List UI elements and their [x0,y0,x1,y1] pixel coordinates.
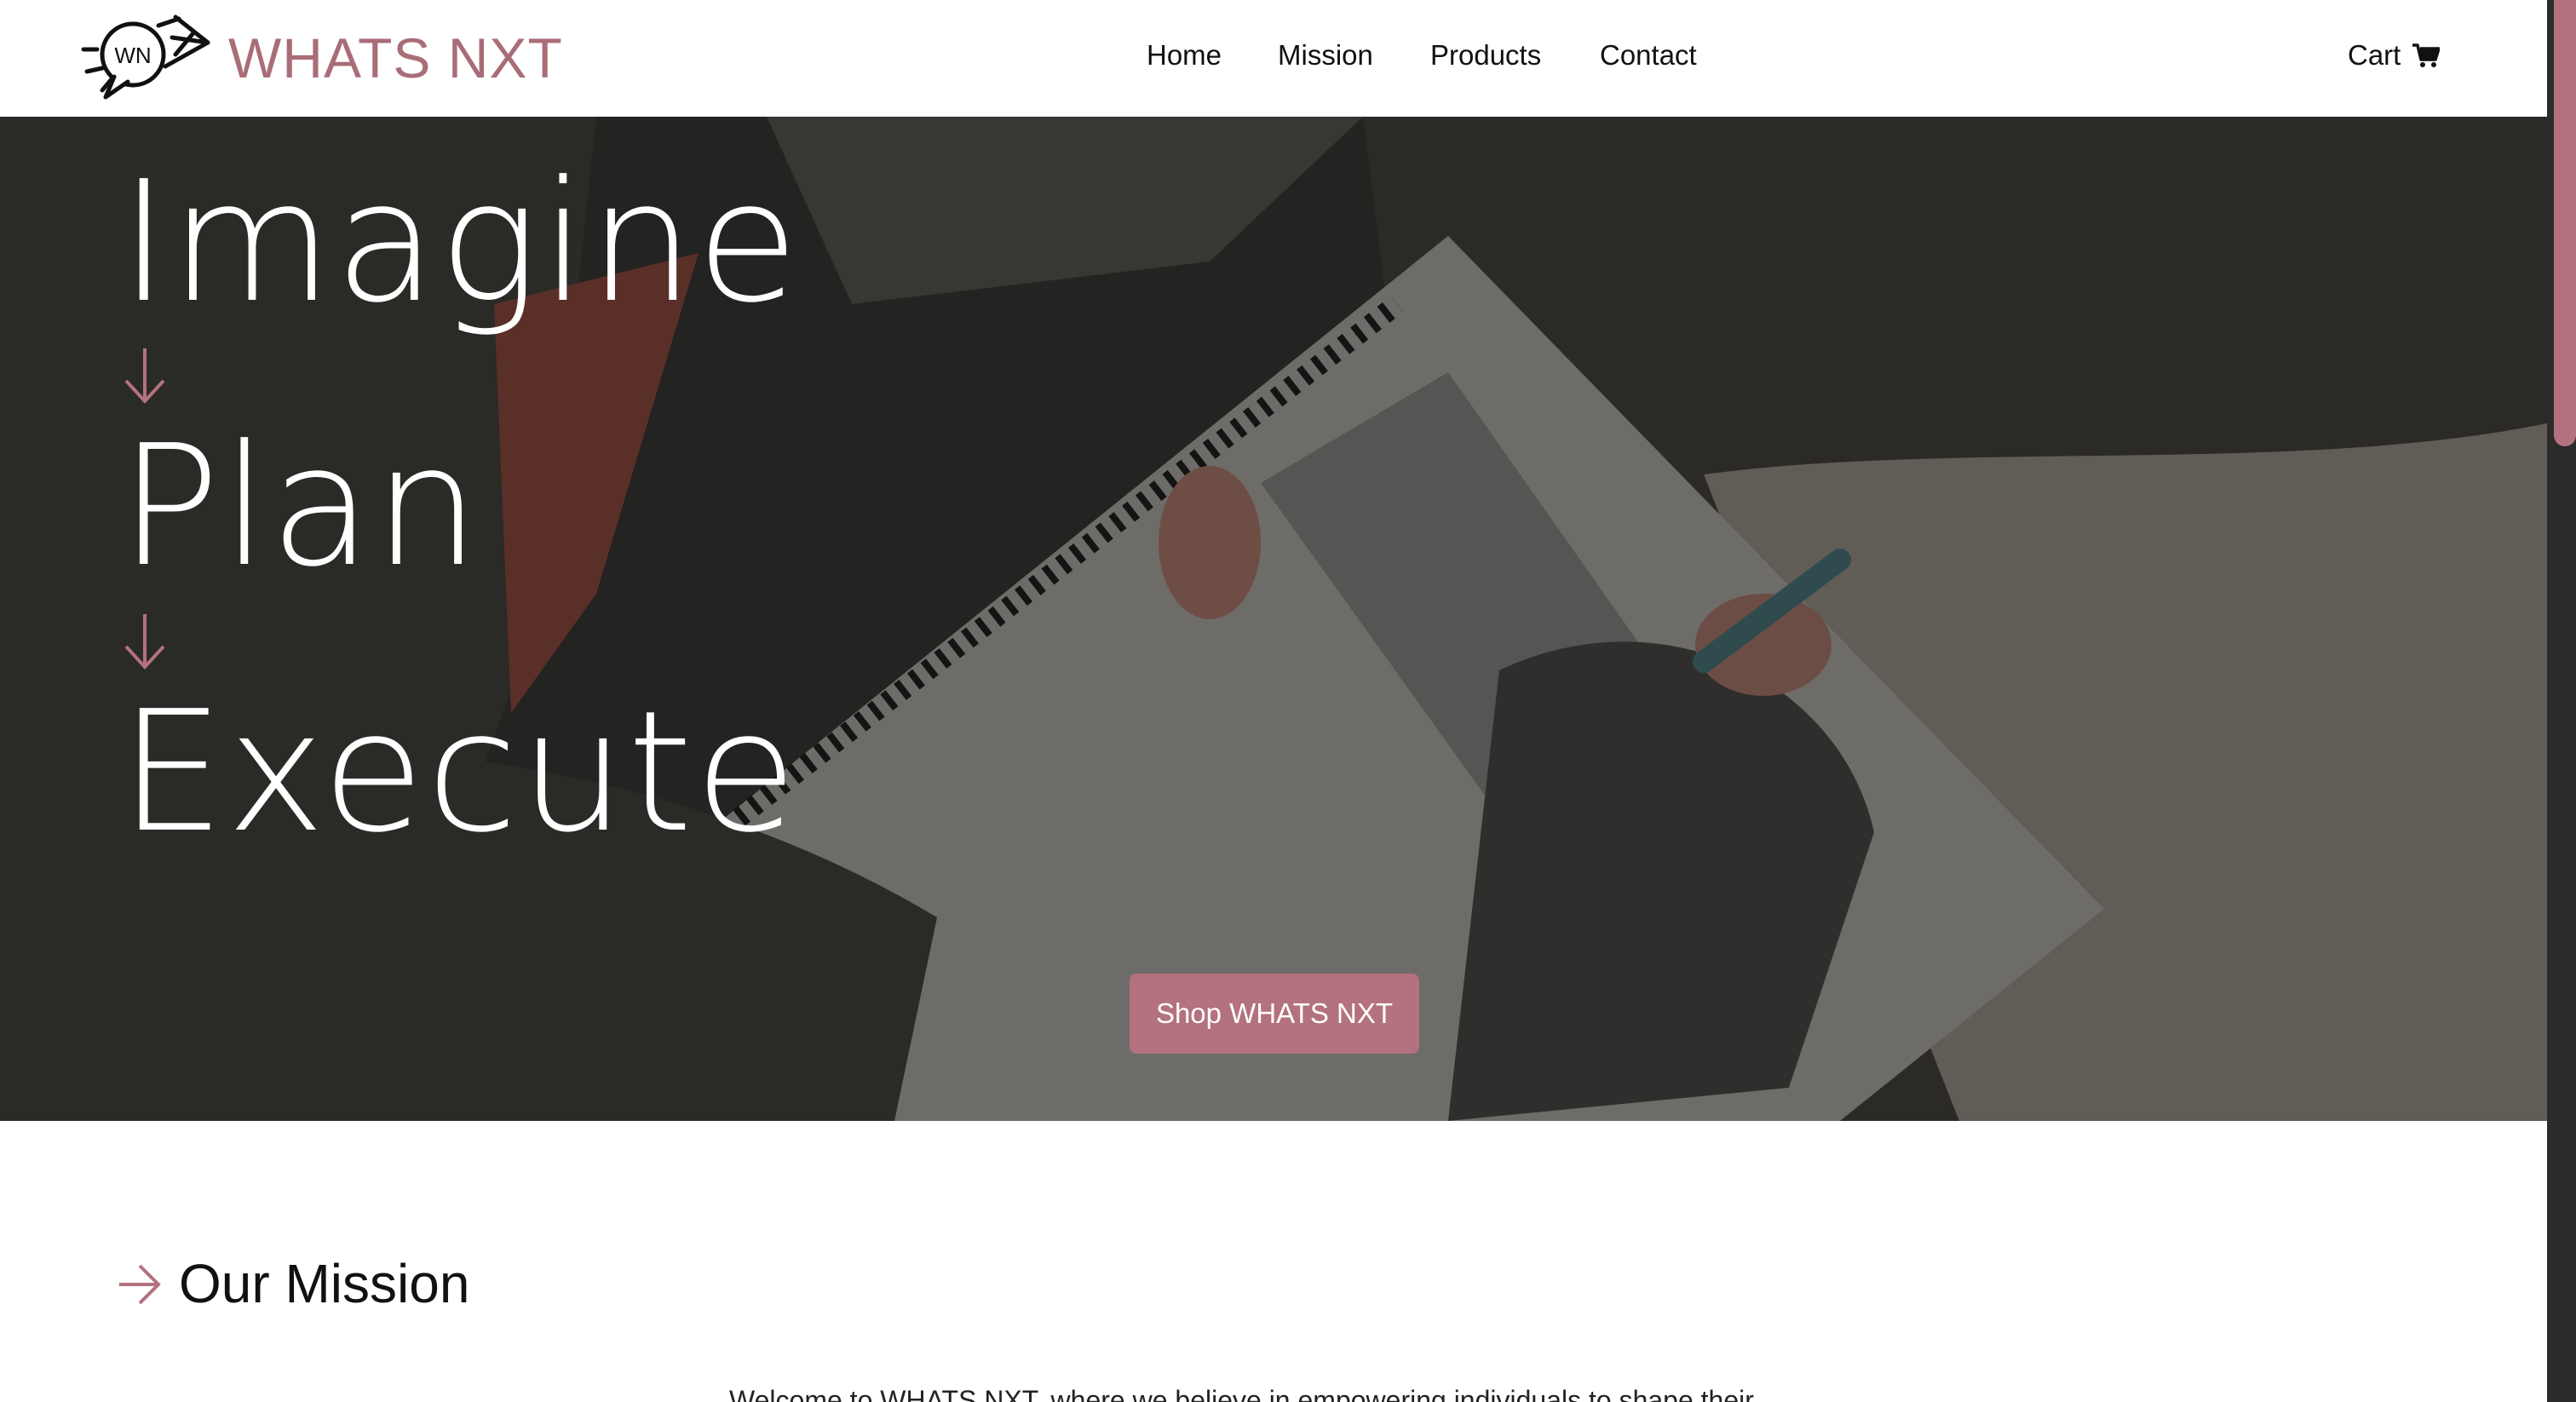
hero-section: Imagine Plan Execute Shop WHATS NXT [0,117,2547,1121]
cart-label: Cart [2348,39,2401,71]
mission-title: Our Mission [179,1253,470,1314]
scrollbar-thumb[interactable] [2554,0,2576,446]
main-nav: Home Mission Products Contact [0,39,2547,77]
mission-intro-text: Welcome to WHATS NXT, where we believe i… [729,1385,1754,1402]
hero-word-imagine: Imagine [119,146,801,340]
cart-link[interactable]: Cart [2348,39,2441,72]
site-header: WN WHATS NXT Home Mission Products Conta… [0,0,2547,117]
arrow-down-icon [124,348,165,404]
nav-products-link[interactable]: Products [1430,39,1541,72]
page: WN WHATS NXT Home Mission Products Conta… [0,0,2576,1402]
hero-word-execute: Execute [119,675,799,870]
nav-mission-link[interactable]: Mission [1278,39,1373,72]
arrow-down-icon [124,614,165,669]
hero-word-plan: Plan [119,410,481,604]
shopping-cart-icon [2412,43,2441,67]
arrow-right-icon [119,1264,161,1305]
mission-section: Our Mission Welcome to WHATS NXT, where … [0,1121,2547,1402]
nav-contact-link[interactable]: Contact [1600,39,1697,72]
shop-button[interactable]: Shop WHATS NXT [1130,974,1419,1054]
nav-home-link[interactable]: Home [1147,39,1222,72]
page-scrollbar[interactable] [2547,0,2576,1402]
